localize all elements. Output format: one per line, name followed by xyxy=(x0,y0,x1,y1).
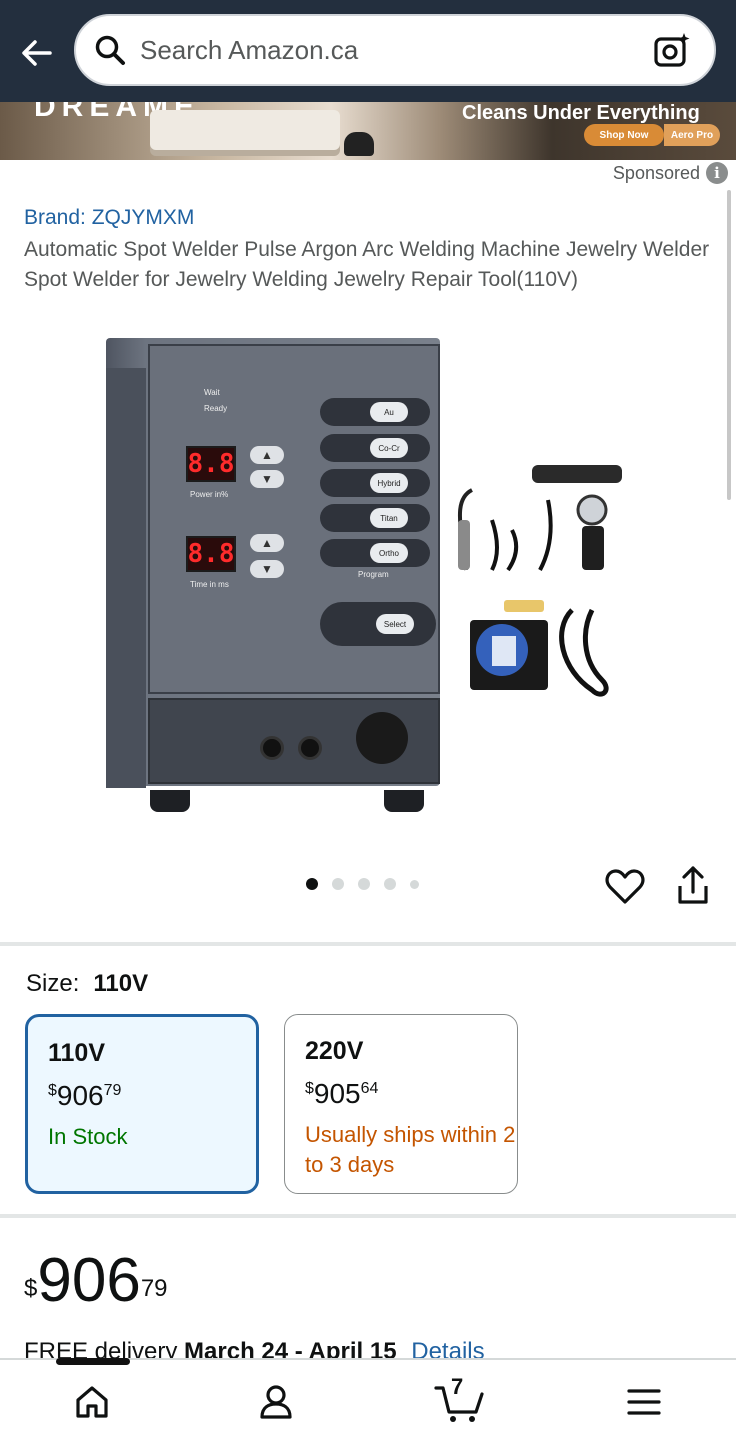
machine-panel: Wait Ready 8.8 Power in% ▲ ▼ 8.8 Time in… xyxy=(148,344,440,694)
program-hybrid: Hybrid xyxy=(320,469,430,497)
welder-machine-image: Wait Ready 8.8 Power in% ▲ ▼ 8.8 Time in… xyxy=(106,338,440,812)
bottom-navigation: 7 xyxy=(0,1358,736,1440)
wait-label: Wait xyxy=(204,388,220,397)
machine-base xyxy=(148,698,440,784)
share-button[interactable] xyxy=(672,864,714,908)
time-label: Time in ms xyxy=(190,580,229,589)
size-label: Size: xyxy=(26,970,80,997)
banner-tagline: Cleans Under Everything xyxy=(462,102,700,124)
section-divider xyxy=(0,1214,736,1218)
cart-count-badge: 7 xyxy=(451,1374,464,1399)
arrow-left-icon xyxy=(22,40,52,66)
led-display-time: 8.8 xyxy=(186,536,236,572)
nav-menu[interactable] xyxy=(620,1378,668,1426)
program-titan: Titan xyxy=(320,504,430,532)
size-option-price: $90679 xyxy=(48,1080,122,1111)
power-label: Power in% xyxy=(190,490,229,499)
camera-search-button[interactable] xyxy=(644,22,700,78)
section-divider xyxy=(0,942,736,946)
home-icon xyxy=(76,1386,108,1418)
led-display-power: 8.8 xyxy=(186,446,236,482)
sponsored-text: Sponsored xyxy=(612,162,700,183)
socket-1 xyxy=(260,736,284,760)
size-option-price: $90564 xyxy=(305,1078,379,1109)
heart-icon xyxy=(605,869,645,904)
size-option-shipping-status: Usually ships within 2 to 3 days xyxy=(305,1122,516,1177)
program-au: Au xyxy=(320,398,430,426)
product-title: Automatic Spot Welder Pulse Argon Arc We… xyxy=(24,238,710,291)
machine-foot-left xyxy=(150,790,190,812)
banner-robot-image xyxy=(344,132,374,156)
search-input[interactable] xyxy=(140,34,644,66)
selected-size: 110V xyxy=(93,970,149,997)
back-button[interactable] xyxy=(14,30,60,76)
sponsored-label[interactable]: Sponsored i xyxy=(613,162,728,184)
user-icon xyxy=(260,1385,292,1419)
time-down-arrow-icon: ▼ xyxy=(250,560,284,578)
image-carousel-dots[interactable] xyxy=(306,878,419,890)
nav-active-indicator xyxy=(56,1358,130,1365)
size-option-220v[interactable]: 220V $90564 Usually ships within 2 to 3 … xyxy=(284,1014,518,1194)
nav-cart[interactable]: 7 xyxy=(434,1374,486,1426)
product-image[interactable]: Wait Ready 8.8 Power in% ▲ ▼ 8.8 Time in… xyxy=(100,330,640,820)
info-icon[interactable]: i xyxy=(706,162,728,184)
select-button-graphic: Select xyxy=(320,602,436,646)
program-ortho: Ortho xyxy=(320,539,430,567)
sponsored-banner-ad[interactable]: DREAME Cleans Under Everything Shop Now … xyxy=(0,102,736,160)
size-option-110v[interactable]: 110V $90679 In Stock xyxy=(25,1014,259,1194)
wishlist-button[interactable] xyxy=(604,866,646,908)
size-option-name: 220V xyxy=(305,1037,364,1065)
carousel-dot-1[interactable] xyxy=(306,878,318,890)
banner-shop-now-button[interactable]: Shop Now xyxy=(584,124,664,146)
machine-foot-right xyxy=(384,790,424,812)
power-down-arrow-icon: ▼ xyxy=(250,470,284,488)
camera-search-icon xyxy=(654,33,690,67)
top-header xyxy=(0,0,736,102)
carousel-dot-5[interactable] xyxy=(410,879,419,889)
carousel-dot-3[interactable] xyxy=(358,878,370,890)
ready-label: Ready xyxy=(204,404,228,413)
time-up-arrow-icon: ▲ xyxy=(250,534,284,552)
carousel-dot-2[interactable] xyxy=(332,878,344,890)
search-bar[interactable] xyxy=(74,14,716,86)
size-selector-label: Size: 110V xyxy=(26,970,148,998)
banner-sofa-image xyxy=(150,110,340,150)
carousel-dot-4[interactable] xyxy=(384,878,396,890)
scrollbar[interactable] xyxy=(727,190,731,500)
product-price: $90679 xyxy=(24,1246,168,1315)
search-icon xyxy=(92,32,128,68)
banner-model-label: Aero Pro xyxy=(664,124,720,146)
size-option-stock-status: In Stock xyxy=(48,1124,128,1149)
share-icon xyxy=(678,866,708,904)
accessories-image xyxy=(458,465,622,697)
menu-icon xyxy=(627,1389,661,1415)
nav-account[interactable] xyxy=(252,1378,300,1426)
torch-connector xyxy=(356,712,408,764)
nav-home[interactable] xyxy=(68,1378,116,1426)
size-option-name: 110V xyxy=(48,1039,106,1067)
power-up-arrow-icon: ▲ xyxy=(250,446,284,464)
brand-link[interactable]: Brand: ZQJYMXM xyxy=(24,206,194,230)
program-label: Program xyxy=(358,570,389,579)
machine-side xyxy=(106,368,146,788)
socket-2 xyxy=(298,736,322,760)
program-co-cr: Co-Cr xyxy=(320,434,430,462)
